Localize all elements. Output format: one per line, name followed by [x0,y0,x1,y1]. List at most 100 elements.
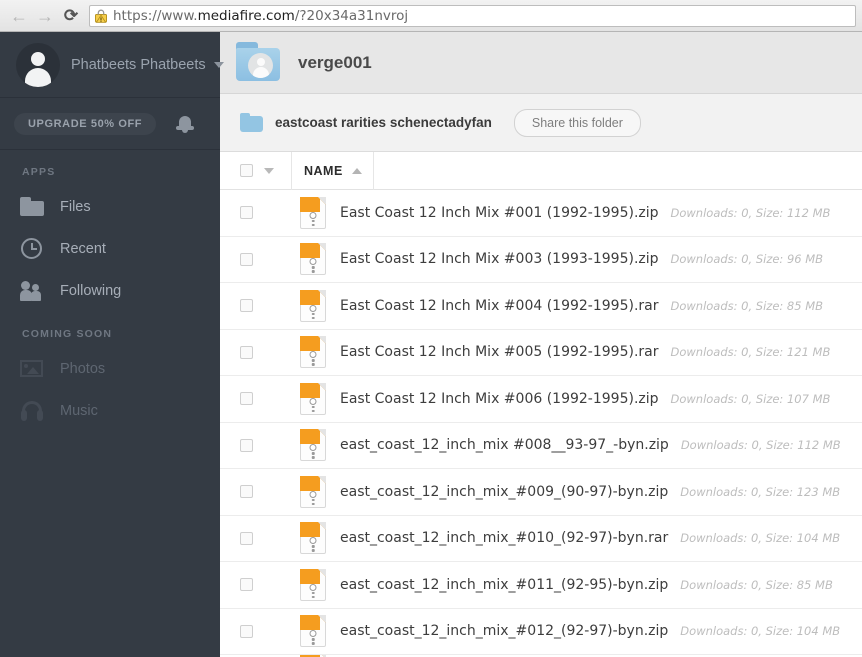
zip-file-icon [300,568,326,601]
url-path: /?20x34a31nvroj [294,7,409,24]
zip-file-icon [300,522,326,555]
row-checkbox-cell [220,485,292,499]
owner-name: verge001 [298,52,372,72]
column-header-name-label: NAME [304,163,343,178]
chevron-down-icon[interactable] [264,167,274,174]
file-list-header: NAME [220,151,862,190]
file-meta: Downloads: 0, Size: 123 MB [680,484,841,499]
upgrade-button[interactable]: UPGRADE 50% OFF [14,112,157,135]
account-name: Phatbeets Phatbeets [71,56,206,73]
row-checkbox-cell [220,392,292,406]
sidebar-item-label: Files [60,199,91,215]
folder-icon [240,113,264,132]
checkbox-unchecked-icon[interactable] [240,624,253,638]
address-bar[interactable]: https://www.mediafire.com/?20x34a31nvroj [89,4,856,27]
sidebar-section-coming-soon: COMING SOON Photos Music [0,312,220,432]
file-name[interactable]: east_coast_12_inch_mix_#012_(92-97)-byn.… [340,623,668,639]
file-name[interactable]: east_coast_12_inch_mix #008__93-97_-byn.… [340,437,669,453]
checkbox-unchecked-icon[interactable] [240,164,253,177]
file-meta: Downloads: 0, Size: 107 MB [670,391,831,406]
zip-file-icon [300,429,326,462]
sidebar-item-files[interactable]: Files [0,186,220,228]
select-all-cell [220,151,292,190]
file-name[interactable]: East Coast 12 Inch Mix #001 (1992-1995).… [340,205,659,221]
checkbox-unchecked-icon[interactable] [240,392,253,406]
checkbox-unchecked-icon[interactable] [240,438,253,452]
app-shell: Phatbeets Phatbeets UPGRADE 50% OFF APPS… [0,32,862,657]
table-row[interactable]: East Coast 12 Inch Mix #006 (1992-1995).… [220,376,862,423]
sidebar-item-music: Music [0,390,220,432]
row-checkbox-cell [220,252,292,266]
checkbox-unchecked-icon[interactable] [240,485,253,499]
share-this-folder-button[interactable]: Share this folder [513,108,641,137]
checkbox-unchecked-icon[interactable] [240,345,253,359]
table-row[interactable]: East Coast 12 Inch Mix #005 (1992-1995).… [220,330,862,376]
checkbox-unchecked-icon[interactable] [240,252,253,266]
chevron-down-icon[interactable] [213,61,224,68]
sidebar-item-label: Music [60,403,98,419]
main-content: verge001 eastcoast rarities schenectadyf… [220,32,862,657]
folder-name: eastcoast rarities schenectadyfan [275,115,492,130]
chevron-up-icon[interactable] [351,167,362,174]
file-meta: Downloads: 0, Size: 112 MB [670,205,831,220]
sidebar-item-following[interactable]: Following [0,270,220,312]
zip-file-icon [300,475,326,508]
url-text: https://www.mediafire.com/?20x34a31nvroj [113,8,408,24]
file-name[interactable]: East Coast 12 Inch Mix #005 (1992-1995).… [340,344,658,360]
checkbox-unchecked-icon[interactable] [240,531,253,545]
back-arrow-icon[interactable]: ← [6,3,32,29]
zip-file-icon [300,289,326,322]
sidebar-section-apps: APPS Files Recent Following [0,150,220,312]
url-prefix: https://www. [113,7,198,24]
file-name[interactable]: East Coast 12 Inch Mix #003 (1993-1995).… [340,251,659,267]
checkbox-unchecked-icon[interactable] [240,206,253,220]
sidebar: Phatbeets Phatbeets UPGRADE 50% OFF APPS… [0,32,224,657]
reload-icon[interactable]: ⟳ [58,3,84,29]
account-menu[interactable]: Phatbeets Phatbeets [0,32,224,98]
column-header-name[interactable]: NAME [292,151,374,190]
zip-file-icon [300,336,326,369]
zip-file-icon [300,243,326,276]
file-meta: Downloads: 0, Size: 96 MB [670,252,824,267]
sidebar-item-label: Photos [60,361,106,377]
folder-icon [20,195,46,219]
file-name[interactable]: east_coast_12_inch_mix_#011_(92-95)-byn.… [340,577,668,593]
table-row[interactable]: east_coast_12_inch_mix_#009_(90-97)-byn.… [220,469,862,516]
file-meta: Downloads: 0, Size: 85 MB [680,577,833,592]
file-meta: Downloads: 0, Size: 104 MB [680,624,841,639]
table-row[interactable]: East Coast 12 Inch Mix #001 (1992-1995).… [220,190,862,237]
notification-bell-icon[interactable] [176,115,194,133]
file-name[interactable]: east_coast_12_inch_mix_#009_(90-97)-byn.… [340,484,668,500]
row-checkbox-cell [220,578,292,592]
table-row[interactable]: East Coast 12 Inch Mix #003 (1993-1995).… [220,237,862,283]
user-avatar-icon [16,42,60,87]
zip-file-icon [300,615,326,648]
checkbox-unchecked-icon[interactable] [240,299,253,313]
row-checkbox-cell [220,438,292,452]
table-row[interactable]: East Coast 12 Inch Mix #004 (1992-1995).… [220,283,862,330]
file-meta: Downloads: 0, Size: 104 MB [680,531,841,546]
section-title-coming-soon: COMING SOON [22,328,113,340]
table-row[interactable]: east_coast_12_inch_mix_#012_(92-97)-byn.… [220,609,862,655]
zip-file-icon [300,196,326,229]
table-row[interactable]: east_coast_12_inch_mix #008__93-97_-byn.… [220,423,862,469]
browser-toolbar: ← → ⟳ https://www.mediafire.com/?20x34a3… [0,0,862,32]
file-name[interactable]: East Coast 12 Inch Mix #004 (1992-1995).… [340,298,658,314]
photo-icon [20,357,46,381]
file-name[interactable]: east_coast_12_inch_mix_#010_(92-97)-byn.… [340,530,668,546]
file-name[interactable]: East Coast 12 Inch Mix #006 (1992-1995).… [340,391,659,407]
sidebar-item-photos: Photos [0,348,220,390]
forward-arrow-icon[interactable]: → [32,3,58,29]
people-icon [20,279,46,303]
file-list: East Coast 12 Inch Mix #001 (1992-1995).… [220,190,862,657]
table-row[interactable]: east_coast_12_inch_mix_#010_(92-97)-byn.… [220,516,862,562]
sidebar-item-recent[interactable]: Recent [0,228,220,270]
checkbox-unchecked-icon[interactable] [240,578,253,592]
zip-file-icon [300,382,326,415]
ssl-warning-lock-icon[interactable] [94,9,108,23]
upgrade-row: UPGRADE 50% OFF [0,98,220,150]
sidebar-item-label: Recent [60,241,106,257]
table-row[interactable]: east_coast_12_inch_mix_#011_(92-95)-byn.… [220,562,862,609]
folder-breadcrumb-bar: eastcoast rarities schenectadyfan Share … [220,94,862,152]
url-domain: mediafire.com [197,7,295,24]
